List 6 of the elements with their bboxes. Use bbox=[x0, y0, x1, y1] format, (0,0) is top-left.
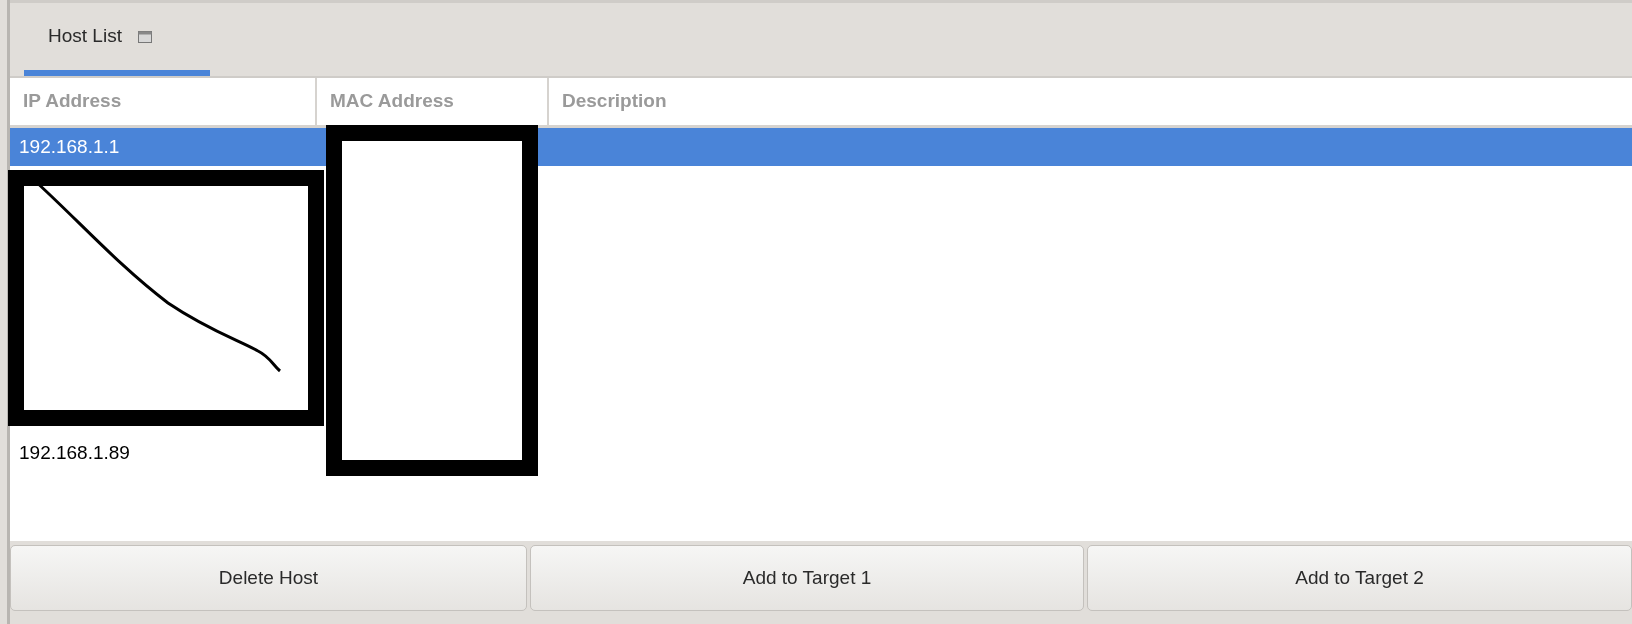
action-button[interactable]: Delete Host bbox=[10, 545, 527, 611]
table-cell-text: 192.168.1.89 bbox=[19, 440, 130, 465]
action-button[interactable]: Add to Target 2 bbox=[1087, 545, 1632, 611]
window-icon[interactable] bbox=[137, 30, 152, 43]
table-cell-text: 192.168.1.1 bbox=[19, 134, 120, 159]
action-button[interactable]: Add to Target 1 bbox=[530, 545, 1084, 611]
